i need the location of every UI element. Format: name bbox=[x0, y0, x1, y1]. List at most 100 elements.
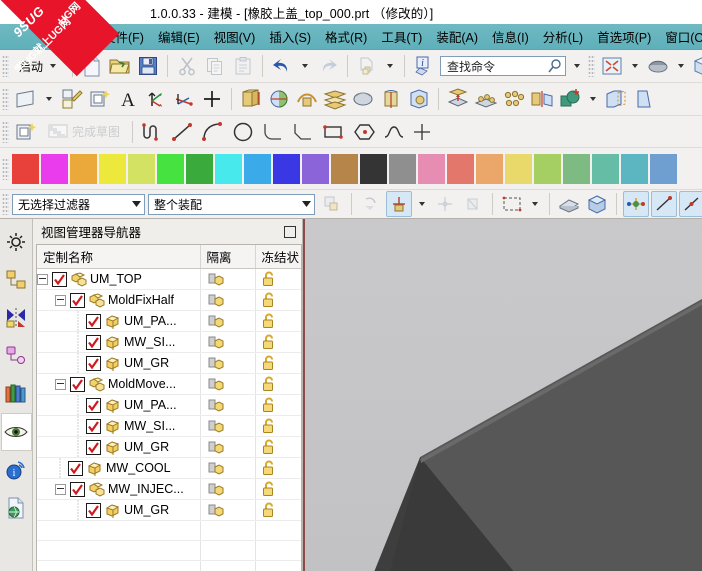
tree-cell-name[interactable] bbox=[37, 560, 201, 571]
table-row[interactable] bbox=[37, 540, 301, 561]
table-row[interactable] bbox=[37, 560, 301, 571]
color-swatch-19[interactable] bbox=[563, 153, 590, 184]
unlock-icon[interactable] bbox=[256, 395, 302, 415]
selection-scope-combo[interactable]: 整个装配 bbox=[148, 193, 315, 215]
row-checkbox[interactable] bbox=[86, 418, 101, 434]
unlock-icon[interactable] bbox=[256, 311, 302, 331]
unlock-icon[interactable] bbox=[256, 479, 302, 499]
color-swatch-4[interactable] bbox=[128, 153, 155, 184]
toolbar-grip[interactable] bbox=[2, 88, 9, 110]
tree-cell-freeze[interactable] bbox=[255, 457, 302, 479]
color-swatch-22[interactable] bbox=[650, 153, 677, 184]
bounded-plane-button[interactable] bbox=[350, 86, 376, 112]
tree-cell-isolate[interactable] bbox=[200, 373, 256, 395]
tree-expander-collapse-icon[interactable] bbox=[37, 273, 48, 285]
color-swatch-7[interactable] bbox=[215, 153, 242, 184]
tree-cell-freeze[interactable] bbox=[255, 520, 301, 541]
toolbar-grip[interactable] bbox=[2, 120, 9, 143]
row-checkbox[interactable] bbox=[86, 502, 101, 518]
fillet-button[interactable] bbox=[259, 119, 287, 145]
color-swatch-12[interactable] bbox=[360, 153, 387, 184]
unlock-icon[interactable] bbox=[256, 500, 302, 520]
isolate-icon[interactable] bbox=[201, 311, 255, 331]
row-checkbox[interactable] bbox=[70, 481, 85, 497]
navigator-tree-scroll[interactable]: 定制名称 隔离 冻结状 UM_TOP MoldFixHalf UM_PA... MW_… bbox=[36, 244, 302, 571]
pattern-geometry-button[interactable] bbox=[501, 86, 527, 112]
tree-cell-freeze[interactable] bbox=[255, 415, 301, 437]
color-swatch-13[interactable] bbox=[389, 153, 416, 184]
draft-button[interactable] bbox=[631, 86, 657, 112]
unlock-icon[interactable] bbox=[256, 458, 302, 478]
column-header-isolate[interactable]: 隔离 bbox=[200, 245, 256, 269]
tree-cell-name[interactable]: UM_PA... bbox=[37, 394, 201, 416]
tree-cell-freeze[interactable] bbox=[255, 478, 302, 500]
selection-scope-dropdown[interactable] bbox=[414, 191, 430, 217]
tree-cell-name[interactable]: UM_TOP bbox=[37, 268, 201, 290]
extrude-button[interactable] bbox=[238, 86, 264, 112]
fit-view-dropdown-button[interactable] bbox=[627, 53, 643, 79]
datum-dropdown-button[interactable] bbox=[41, 86, 57, 112]
open-file-button[interactable] bbox=[107, 53, 133, 79]
row-checkbox[interactable] bbox=[86, 439, 101, 455]
start-menu-button[interactable]: 启动 bbox=[13, 53, 66, 79]
isolate-icon[interactable] bbox=[201, 500, 255, 520]
tree-cell-name[interactable]: MW_INJEC... bbox=[37, 478, 201, 500]
color-swatch-9[interactable] bbox=[273, 153, 300, 184]
color-swatch-10[interactable] bbox=[302, 153, 329, 184]
offset-face-button[interactable] bbox=[603, 86, 629, 112]
body-select-button[interactable] bbox=[584, 191, 610, 217]
profile-button[interactable] bbox=[139, 119, 167, 145]
save-button[interactable] bbox=[135, 53, 161, 79]
row-checkbox[interactable] bbox=[52, 271, 67, 287]
column-header-name[interactable]: 定制名称 bbox=[37, 245, 201, 269]
datum-axis-button[interactable] bbox=[171, 86, 197, 112]
color-swatch-18[interactable] bbox=[534, 153, 561, 184]
menu-item-10[interactable]: 窗口(O) bbox=[658, 25, 702, 48]
menu-item-4[interactable]: 格式(R) bbox=[318, 25, 374, 48]
unlock-icon[interactable] bbox=[256, 290, 302, 310]
search-dropdown-button[interactable] bbox=[569, 53, 585, 79]
tree-cell-isolate[interactable] bbox=[200, 310, 256, 332]
table-row[interactable]: MW_COOL bbox=[37, 457, 302, 479]
tree-cell-name[interactable]: MW_SI... bbox=[37, 415, 201, 437]
tree-cell-isolate[interactable] bbox=[200, 352, 256, 374]
hole-button[interactable] bbox=[445, 86, 471, 112]
color-swatch-15[interactable] bbox=[447, 153, 474, 184]
rail-item-web-browser[interactable] bbox=[1, 489, 32, 527]
menu-item-2[interactable]: 视图(V) bbox=[207, 25, 263, 48]
tree-cell-freeze[interactable] bbox=[255, 352, 301, 374]
sketch-in-task-button[interactable] bbox=[87, 86, 113, 112]
table-row[interactable]: MoldFixHalf bbox=[37, 289, 302, 311]
point-button[interactable] bbox=[199, 86, 225, 112]
sketch-task-button[interactable] bbox=[13, 119, 39, 145]
row-checkbox[interactable] bbox=[86, 355, 101, 371]
unlock-icon[interactable] bbox=[256, 269, 302, 289]
rectangle-button[interactable] bbox=[319, 119, 349, 145]
tree-cell-freeze[interactable] bbox=[255, 499, 302, 521]
menu-item-7[interactable]: 信息(I) bbox=[485, 25, 536, 48]
isolate-icon[interactable] bbox=[201, 353, 255, 373]
undo-button[interactable] bbox=[269, 53, 295, 79]
datum-csys-button[interactable] bbox=[143, 86, 169, 112]
color-swatch-21[interactable] bbox=[621, 153, 648, 184]
face-select-button[interactable] bbox=[556, 191, 582, 217]
select-object-button[interactable] bbox=[319, 191, 345, 217]
undo-dropdown-button[interactable] bbox=[297, 53, 313, 79]
tree-cell-freeze[interactable] bbox=[255, 289, 302, 311]
tree-cell-isolate[interactable] bbox=[200, 540, 256, 561]
cut-button[interactable] bbox=[174, 53, 200, 79]
revolve-button[interactable] bbox=[266, 86, 292, 112]
paste-button[interactable] bbox=[230, 53, 256, 79]
ellipse-button[interactable] bbox=[409, 119, 435, 145]
isolate-icon[interactable] bbox=[201, 332, 255, 352]
tree-cell-isolate[interactable] bbox=[200, 436, 256, 458]
tree-expander-collapse-icon[interactable] bbox=[55, 483, 66, 495]
rail-item-help-info[interactable]: i bbox=[1, 451, 32, 489]
tree-cell-name[interactable]: MoldMove... bbox=[37, 373, 201, 395]
tree-cell-freeze[interactable] bbox=[255, 394, 302, 416]
tree-cell-name[interactable]: MW_SI... bbox=[37, 331, 201, 353]
tree-cell-isolate[interactable] bbox=[200, 415, 256, 437]
rail-item-part-navigator[interactable] bbox=[1, 337, 32, 375]
menu-item-6[interactable]: 装配(A) bbox=[429, 25, 485, 48]
mesh-surface-button[interactable] bbox=[322, 86, 348, 112]
